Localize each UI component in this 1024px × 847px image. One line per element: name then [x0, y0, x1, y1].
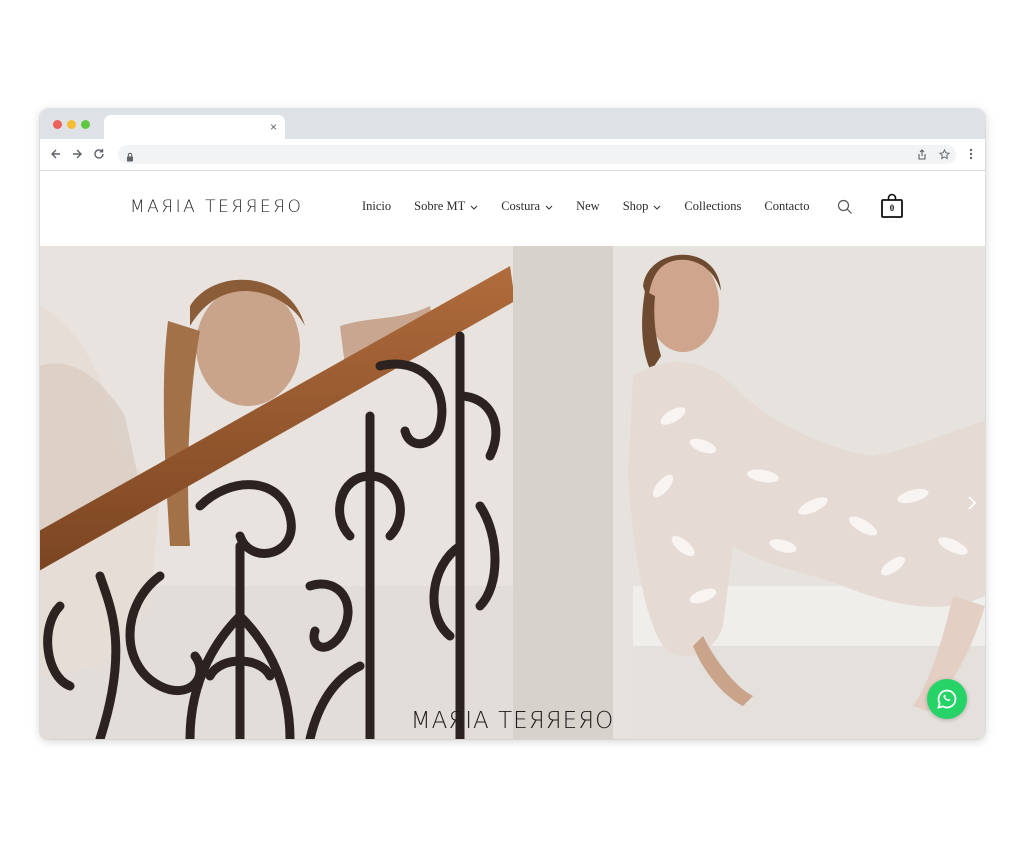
website: MAЯIA TEЯЯEЯO Inicio Sobre MT Costura Ne…: [40, 171, 985, 739]
minimize-window-dot[interactable]: [67, 120, 76, 129]
browser-toolbar: [40, 139, 985, 171]
address-bar[interactable]: [118, 145, 956, 164]
star-icon[interactable]: [938, 147, 950, 162]
chevron-down-icon: [470, 199, 478, 214]
cart-count-badge: 0: [889, 203, 895, 213]
nav-item-label: Sobre MT: [414, 199, 466, 213]
share-icon[interactable]: [916, 147, 928, 162]
nav-item-label: Contacto: [764, 199, 810, 213]
browser-window: × MAЯIA TEЯЯEЯO Inicio Sobre MT Costura …: [40, 109, 985, 739]
forward-arrow-icon[interactable]: [69, 146, 85, 162]
site-header: MAЯIA TEЯЯEЯO Inicio Sobre MT Costura Ne…: [40, 171, 985, 246]
nav-item-shop[interactable]: Shop: [623, 199, 662, 214]
chevron-down-icon: [545, 199, 553, 214]
nav-item-inicio[interactable]: Inicio: [362, 199, 391, 214]
search-icon[interactable]: [837, 199, 853, 220]
hero-overlay-logo: MAЯIA TEЯЯEЯO: [410, 708, 615, 734]
maximize-window-dot[interactable]: [81, 120, 90, 129]
nav-item-costura[interactable]: Costura: [501, 199, 553, 214]
lock-icon: [126, 149, 134, 167]
nav-item-contacto[interactable]: Contacto: [764, 199, 809, 214]
nav-item-label: New: [576, 199, 600, 213]
nav-item-label: Inicio: [362, 199, 392, 213]
whatsapp-icon[interactable]: [927, 679, 967, 719]
nav-item-collections[interactable]: Collections: [684, 199, 741, 214]
site-logo[interactable]: MAЯIA TEЯЯEЯO: [130, 197, 303, 217]
close-window-dot[interactable]: [53, 120, 62, 129]
hero-image-left: [40, 246, 513, 739]
chevron-down-icon: [653, 199, 661, 214]
kebab-menu-icon[interactable]: [969, 147, 973, 165]
nav-item-label: Costura: [501, 199, 541, 213]
shopping-bag-icon[interactable]: 0: [880, 193, 904, 219]
nav-item-label: Collections: [684, 199, 742, 213]
nav-item-sobre-mt[interactable]: Sobre MT: [414, 199, 478, 214]
hero-image-right: [513, 246, 985, 739]
hero-slider[interactable]: MAЯIA TEЯЯEЯO: [40, 246, 985, 739]
back-arrow-icon[interactable]: [48, 146, 64, 162]
nav-item-label: Shop: [622, 199, 649, 213]
tab-strip: ×: [40, 109, 985, 139]
close-tab-button[interactable]: ×: [270, 120, 277, 134]
browser-tab[interactable]: ×: [104, 115, 285, 139]
slider-next-icon[interactable]: [967, 496, 977, 515]
main-nav: Inicio Sobre MT Costura New Shop Collect…: [362, 199, 833, 214]
nav-item-new[interactable]: New: [576, 199, 600, 214]
reload-icon[interactable]: [91, 146, 107, 162]
